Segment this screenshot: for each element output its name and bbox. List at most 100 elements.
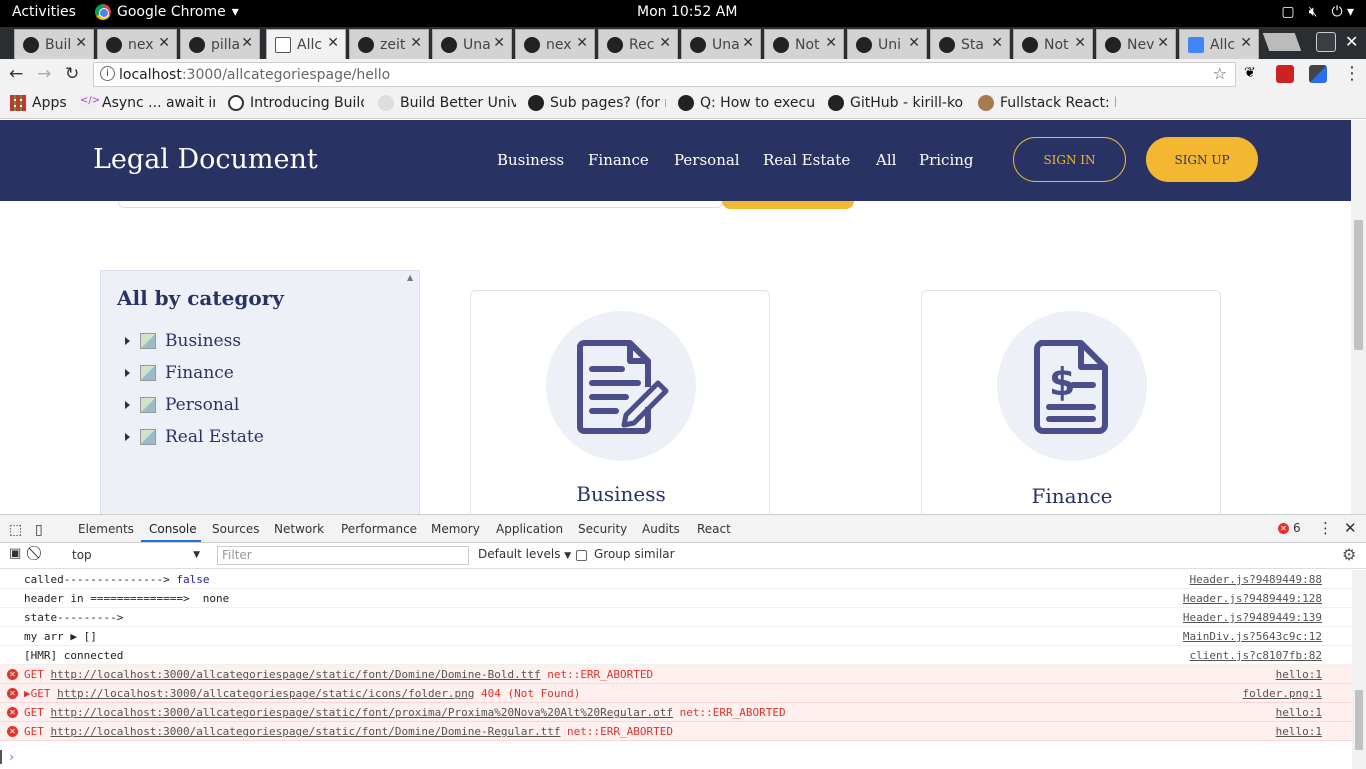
close-icon[interactable]: ✕ — [742, 35, 754, 51]
app-menu[interactable]: Google Chrome ▾ — [95, 4, 239, 20]
tab-elements[interactable]: Elements — [78, 522, 134, 536]
new-tab-button[interactable] — [1262, 33, 1302, 51]
close-icon[interactable]: ✕ — [576, 35, 588, 51]
extension-icon[interactable]: ❦ — [1244, 65, 1262, 83]
group-similar-checkbox[interactable] — [576, 550, 587, 561]
log-text[interactable]: my arr ▶ [] — [24, 630, 97, 643]
search-input[interactable] — [118, 201, 723, 208]
nav-link-all[interactable]: All — [876, 151, 896, 169]
source-link[interactable]: MainDiv.js?5643c9c:12 — [1183, 630, 1322, 643]
reload-icon[interactable]: ↻ — [65, 64, 79, 84]
expand-arrow-icon[interactable] — [125, 369, 130, 377]
tab-network[interactable]: Network — [274, 522, 324, 536]
close-icon[interactable]: ✕ — [75, 35, 87, 51]
browser-tab[interactable]: nex ✕ — [97, 29, 177, 59]
address-bar[interactable]: i localhost:3000/allcategoriespage/hello… — [93, 62, 1236, 87]
tab-security[interactable]: Security — [578, 522, 627, 536]
close-icon[interactable]: ✕ — [1074, 35, 1086, 51]
browser-tab-active[interactable]: Allc ✕ — [266, 29, 346, 59]
nav-link-real-estate[interactable]: Real Estate — [763, 151, 850, 169]
browser-tab[interactable]: Allc ✕ — [1179, 29, 1259, 59]
expand-arrow-icon[interactable] — [125, 337, 130, 345]
request-method[interactable]: ▶GET — [24, 687, 51, 700]
console-input[interactable] — [0, 750, 2, 764]
bookmark-item[interactable]: </> Async ... await in — [80, 95, 215, 111]
browser-tab[interactable]: pilla ✕ — [180, 29, 260, 59]
nav-link-personal[interactable]: Personal — [674, 151, 740, 169]
sign-in-button[interactable]: SIGN IN — [1013, 137, 1126, 182]
browser-tab[interactable]: Nev ✕ — [1096, 29, 1176, 59]
scrollbar-thumb[interactable] — [1355, 690, 1363, 750]
bookmark-item[interactable]: Apps — [10, 95, 70, 111]
browser-tab[interactable]: Uni ✕ — [847, 29, 927, 59]
profile-icon[interactable] — [1316, 32, 1336, 52]
tab-memory[interactable]: Memory — [431, 522, 480, 536]
bookmark-star-icon[interactable]: ☆ — [1213, 64, 1227, 83]
request-url[interactable]: http://localhost:3000/allcategoriespage/… — [51, 725, 561, 738]
sign-up-button[interactable]: SIGN UP — [1146, 137, 1258, 182]
nav-link-finance[interactable]: Finance — [588, 151, 649, 169]
console-scrollbar[interactable] — [1352, 570, 1366, 769]
forward-arrow-icon[interactable]: → — [37, 64, 51, 84]
bookmark-item[interactable]: GitHub - kirill-ko — [828, 95, 966, 111]
category-item-personal[interactable]: Personal — [125, 395, 239, 415]
console-log-row[interactable]: my arr ▶ [] MainDiv.js?5643c9c:12 — [0, 627, 1352, 646]
kebab-menu-icon[interactable]: ⋮ — [1343, 63, 1361, 84]
activities-button[interactable]: Activities — [12, 4, 76, 20]
tab-sources[interactable]: Sources — [212, 522, 259, 536]
source-link[interactable]: hello:1 — [1276, 706, 1322, 719]
window-close-icon[interactable]: ✕ — [1345, 32, 1358, 51]
power-icon[interactable]: ⏻ ▾ — [1331, 4, 1354, 20]
source-link[interactable]: hello:1 — [1276, 668, 1322, 681]
sidebar-toggle-icon[interactable]: ▣ — [9, 546, 21, 561]
tab-audits[interactable]: Audits — [642, 522, 680, 536]
close-icon[interactable]: ✕ — [158, 35, 170, 51]
close-icon[interactable]: ✕ — [410, 35, 422, 51]
nav-link-pricing[interactable]: Pricing — [919, 151, 974, 169]
browser-tab[interactable]: Not ✕ — [1013, 29, 1093, 59]
browser-tab[interactable]: Not ✕ — [764, 29, 844, 59]
search-button[interactable] — [722, 201, 854, 209]
browser-tab[interactable]: Rec ✕ — [598, 29, 678, 59]
close-icon[interactable]: ✕ — [908, 35, 920, 51]
inspect-element-icon[interactable]: ⬚ — [9, 522, 22, 538]
category-item-finance[interactable]: Finance — [125, 363, 234, 383]
source-link[interactable]: hello:1 — [1276, 725, 1322, 738]
source-link[interactable]: folder.png:1 — [1243, 687, 1322, 700]
bookmark-item[interactable]: Q: How to execu — [678, 95, 816, 111]
close-icon[interactable]: ✕ — [1157, 35, 1169, 51]
close-devtools-icon[interactable]: ✕ — [1344, 519, 1357, 537]
close-icon[interactable]: ✕ — [659, 35, 671, 51]
source-link[interactable]: Header.js?9489449:88 — [1190, 573, 1322, 586]
close-icon[interactable]: ✕ — [1240, 35, 1252, 51]
source-link[interactable]: Header.js?9489449:139 — [1183, 611, 1322, 624]
category-item-real-estate[interactable]: Real Estate — [125, 427, 264, 447]
context-select[interactable]: top ▼ — [62, 546, 204, 565]
request-url[interactable]: http://localhost:3000/allcategoriespage/… — [57, 687, 474, 700]
filter-input[interactable]: Filter — [217, 546, 469, 565]
close-icon[interactable]: ✕ — [241, 35, 253, 51]
close-icon[interactable]: ✕ — [327, 35, 339, 51]
console-prompt-icon[interactable]: › — [8, 750, 15, 764]
tab-performance[interactable]: Performance — [341, 522, 417, 536]
request-url[interactable]: http://localhost:3000/allcategoriespage/… — [51, 706, 674, 719]
tab-application[interactable]: Application — [496, 522, 563, 536]
site-logo[interactable]: Legal Document — [93, 144, 318, 175]
kebab-menu-icon[interactable]: ⋮ — [1318, 519, 1333, 537]
nav-link-business[interactable]: Business — [497, 151, 564, 169]
bookmark-item[interactable]: Build Better Unive — [378, 95, 516, 111]
window-icon[interactable]: ▢ — [1281, 4, 1294, 20]
console-error-row[interactable]: ✕ ▶GET http://localhost:3000/allcategorie… — [0, 684, 1352, 703]
scrollbar-thumb[interactable] — [1354, 220, 1363, 350]
error-count-badge[interactable]: ✕ 6 — [1278, 521, 1301, 535]
system-tray[interactable]: ▢ 🔇︎ ⏻ ▾ — [1281, 4, 1354, 20]
info-icon[interactable]: i — [100, 66, 115, 81]
tab-console[interactable]: Console — [149, 522, 197, 536]
browser-tab[interactable]: Una ✕ — [432, 29, 512, 59]
browser-tab[interactable]: zeit ✕ — [349, 29, 429, 59]
expand-arrow-icon[interactable] — [125, 401, 130, 409]
page-scrollbar[interactable] — [1351, 120, 1366, 514]
category-item-business[interactable]: Business — [125, 331, 241, 351]
browser-tab[interactable]: nex ✕ — [515, 29, 595, 59]
bookmark-item[interactable]: Sub pages? (for r — [528, 95, 666, 111]
